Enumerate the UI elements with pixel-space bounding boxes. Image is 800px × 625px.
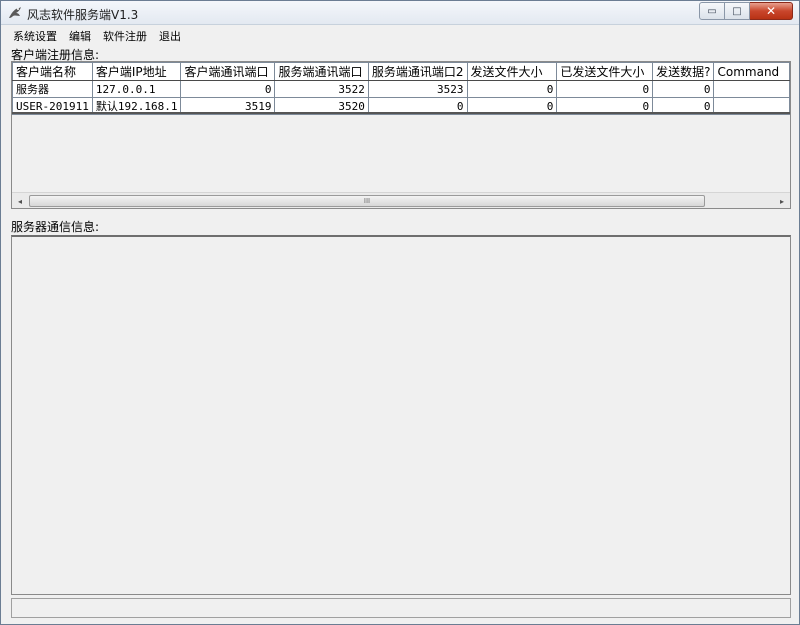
cell-client-port[interactable]: 0 <box>180 80 276 98</box>
column-header-client-port[interactable]: 客户端通讯端口 <box>180 62 276 81</box>
status-bar <box>11 598 791 618</box>
title-bar[interactable]: 风志软件服务端V1.3 ▭ □ ✕ <box>1 1 799 25</box>
window-title: 风志软件服务端V1.3 <box>27 8 139 22</box>
scroll-left-icon[interactable]: ◂ <box>12 193 28 208</box>
menu-register[interactable]: 软件注册 <box>97 28 153 44</box>
scroll-thumb[interactable]: III <box>29 195 705 207</box>
server-section-label: 服务器通信信息: <box>11 220 100 234</box>
menu-system-settings[interactable]: 系统设置 <box>7 28 63 44</box>
column-header-command[interactable]: Command <box>713 62 790 81</box>
menu-bar: 系统设置 编辑 软件注册 退出 <box>7 27 795 45</box>
column-header-client-ip[interactable]: 客户端IP地址 <box>91 62 182 81</box>
scroll-right-icon[interactable]: ▸ <box>774 193 790 208</box>
cell-send-data[interactable]: 0 <box>652 80 715 98</box>
column-header-sent-file-size[interactable]: 已发送文件大小 <box>556 62 654 81</box>
main-window: 风志软件服务端V1.3 ▭ □ ✕ 系统设置 编辑 软件注册 退出 客户端注册信… <box>0 0 800 625</box>
cell-client-name[interactable]: 服务器 <box>12 80 93 98</box>
menu-exit[interactable]: 退出 <box>153 28 187 44</box>
row-separator <box>12 112 790 114</box>
column-header-client-name[interactable]: 客户端名称 <box>12 62 93 81</box>
cell-server-port[interactable]: 3522 <box>274 80 369 98</box>
cell-client-ip[interactable]: 127.0.0.1 <box>91 80 182 98</box>
menu-edit[interactable]: 编辑 <box>63 28 97 44</box>
cell-server-port2[interactable]: 3523 <box>367 80 468 98</box>
column-header-server-port[interactable]: 服务端通讯端口 <box>274 62 369 81</box>
column-header-server-port2[interactable]: 服务端通讯端口2 <box>367 62 468 81</box>
cell-command[interactable] <box>713 80 790 98</box>
minimize-button[interactable]: ▭ <box>699 2 725 20</box>
clients-table: 客户端名称 客户端IP地址 客户端通讯端口 服务端通讯端口 服务端通讯端口2 发… <box>12 62 790 115</box>
horizontal-scrollbar[interactable]: ◂ III ▸ <box>12 192 790 208</box>
column-header-send-data[interactable]: 发送数据? <box>652 62 715 81</box>
window-controls: ▭ □ ✕ <box>699 2 793 20</box>
table-header-row: 客户端名称 客户端IP地址 客户端通讯端口 服务端通讯端口 服务端通讯端口2 发… <box>12 62 790 81</box>
column-header-send-file-size[interactable]: 发送文件大小 <box>466 62 558 81</box>
server-log-area[interactable] <box>11 235 791 595</box>
app-icon <box>9 7 21 18</box>
maximize-button[interactable]: □ <box>725 2 750 20</box>
close-button[interactable]: ✕ <box>750 2 793 20</box>
clients-grid[interactable]: 客户端名称 客户端IP地址 客户端通讯端口 服务端通讯端口 服务端通讯端口2 发… <box>11 61 791 209</box>
cell-sent-file-size[interactable]: 0 <box>556 80 654 98</box>
cell-send-file-size[interactable]: 0 <box>466 80 558 98</box>
table-row[interactable]: 服务器 127.0.0.1 0 3522 3523 0 0 0 <box>12 80 790 98</box>
